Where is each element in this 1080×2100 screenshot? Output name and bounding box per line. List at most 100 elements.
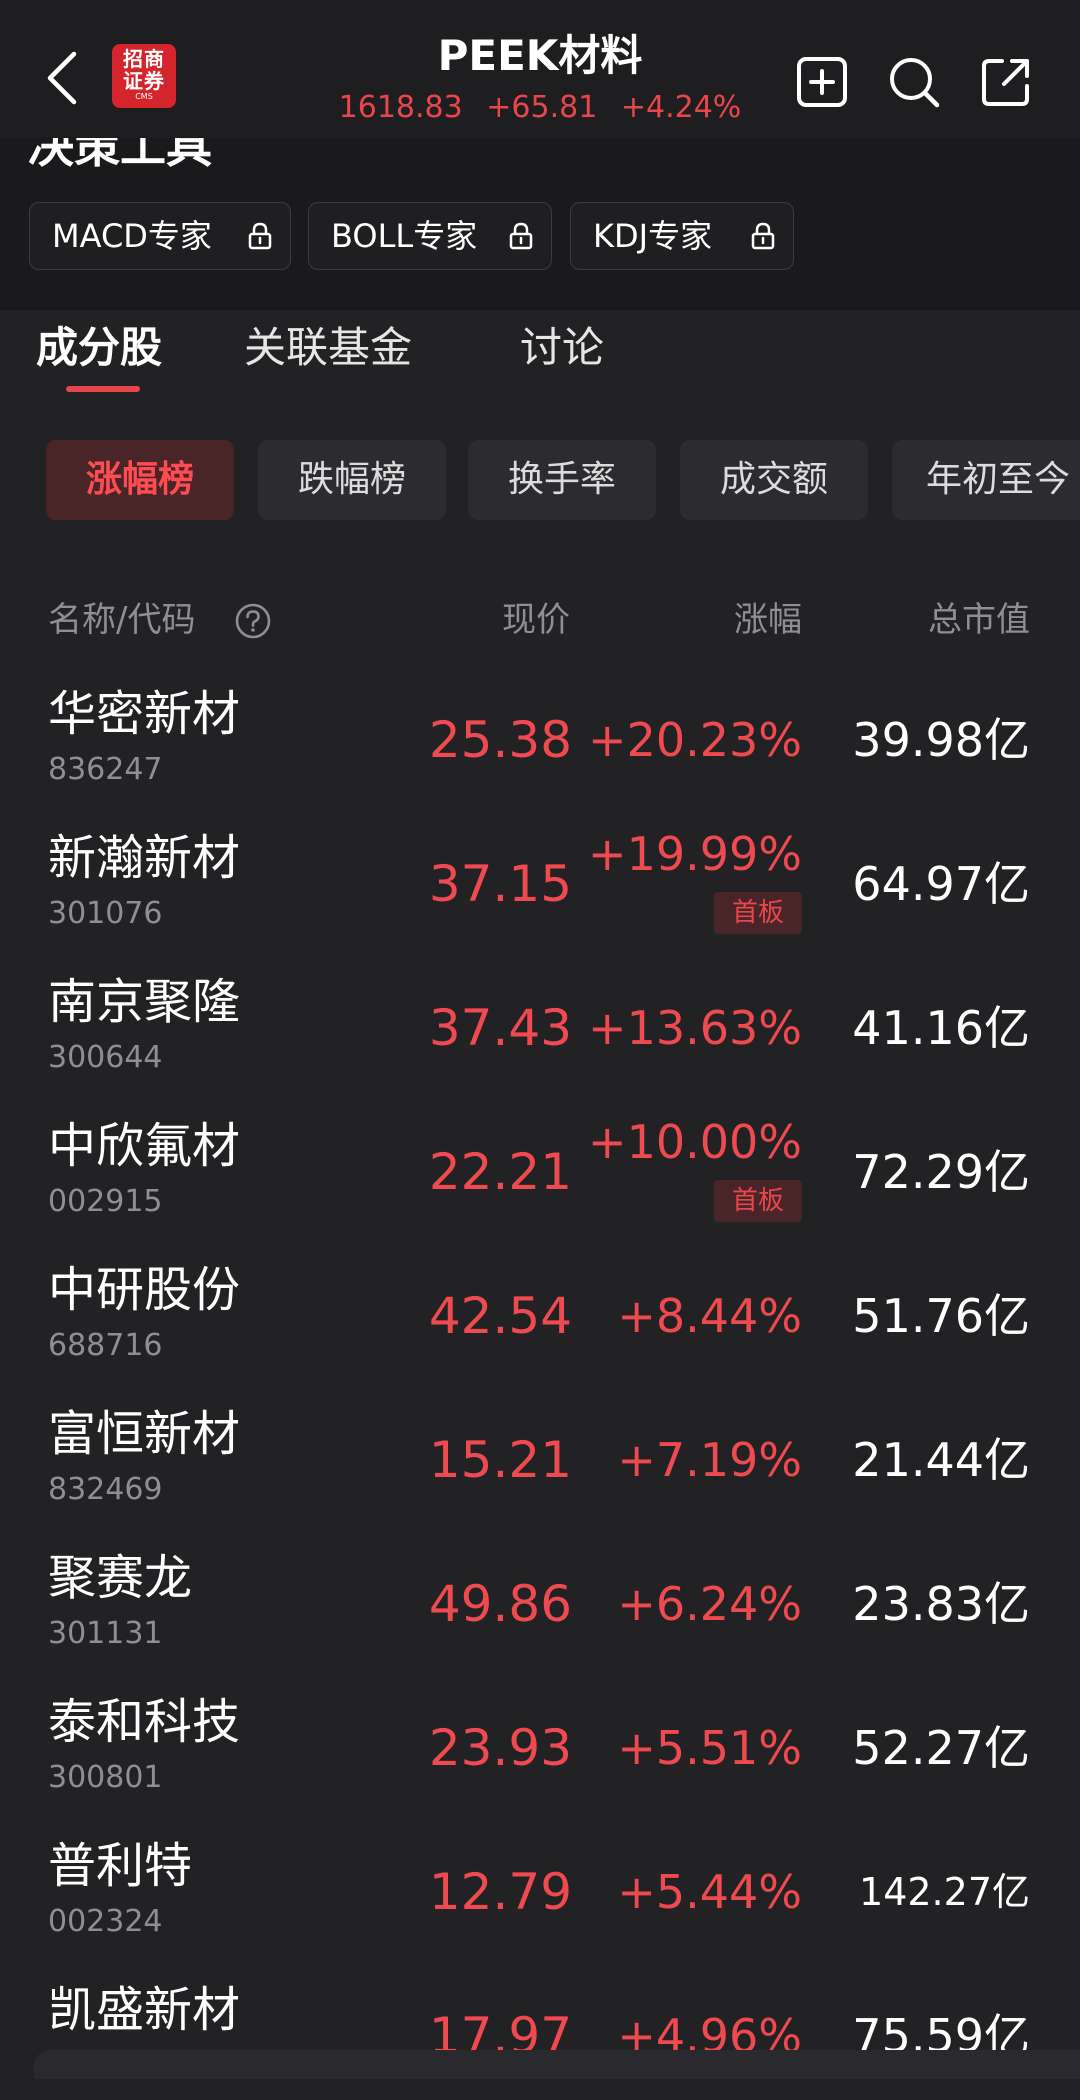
stock-name: 泰和科技 <box>48 1694 241 1750</box>
stock-market-cap: 23.83亿 <box>852 1577 1030 1631</box>
pill-top-gainers[interactable]: 涨幅榜 <box>46 440 234 520</box>
help-icon[interactable] <box>234 602 272 640</box>
pill-year-to-date[interactable]: 年初至今 <box>892 440 1080 520</box>
stock-name: 普利特 <box>48 1838 193 1894</box>
search-icon[interactable] <box>888 56 940 108</box>
stock-market-cap: 72.29亿 <box>852 1145 1030 1199</box>
stock-price: 12.79 <box>428 1863 572 1921</box>
table-row[interactable]: 泰和科技 300801 23.93 +5.51% 52.27亿 <box>0 1668 1080 1812</box>
stock-market-cap: 51.76亿 <box>852 1289 1030 1343</box>
stock-market-cap: 21.44亿 <box>852 1433 1030 1487</box>
header-market-cap[interactable]: 总市值 <box>928 590 1030 650</box>
stock-market-cap: 64.97亿 <box>852 857 1030 911</box>
stock-price: 37.15 <box>428 855 572 913</box>
stock-change: +6.24% <box>617 1577 802 1631</box>
pill-top-losers[interactable]: 跌幅榜 <box>258 440 446 520</box>
header-change[interactable]: 涨幅 <box>734 590 802 650</box>
stock-code: 300644 <box>48 1040 163 1075</box>
decision-tools-section: 决策工具 MACD专家 BOLL专家 KDJ专家 <box>0 138 1080 288</box>
first-limit-up-badge: 首板 <box>714 1180 802 1222</box>
stock-name: 南京聚隆 <box>48 974 241 1030</box>
stock-price: 42.54 <box>428 1287 572 1345</box>
stock-price: 37.43 <box>428 999 572 1057</box>
stock-change: +5.44% <box>617 1865 802 1919</box>
table-row[interactable]: 聚赛龙 301131 49.86 +6.24% 23.83亿 <box>0 1524 1080 1668</box>
top-bar: 招商 证券 CMS PEEK材料 1618.83 +65.81 +4.24% <box>0 0 1080 138</box>
chip-label: KDJ专家 <box>593 217 713 255</box>
stock-price: 23.93 <box>428 1719 572 1777</box>
lock-icon <box>751 222 775 250</box>
stock-code: 002915 <box>48 1184 163 1219</box>
chip-label: BOLL专家 <box>331 217 478 255</box>
chip-kdj-expert[interactable]: KDJ专家 <box>570 202 794 270</box>
table-row[interactable]: 富恒新材 832469 15.21 +7.19% 21.44亿 <box>0 1380 1080 1524</box>
stock-change: +10.00% <box>588 1115 802 1169</box>
stock-name: 聚赛龙 <box>48 1550 193 1606</box>
tab-discussion[interactable]: 讨论 <box>520 320 604 376</box>
index-price: 1618.83 <box>338 90 463 125</box>
section-divider <box>0 288 1080 310</box>
chip-boll-expert[interactable]: BOLL专家 <box>308 202 552 270</box>
chip-macd-expert[interactable]: MACD专家 <box>29 202 291 270</box>
table-header: 名称/代码 现价 涨幅 总市值 <box>0 590 1080 650</box>
table-row[interactable]: 新瀚新材 301076 37.15 +19.99% 首板 64.97亿 <box>0 804 1080 948</box>
tab-constituents[interactable]: 成分股 <box>36 320 162 376</box>
stock-change: +8.44% <box>617 1289 802 1343</box>
tab-related-funds[interactable]: 关联基金 <box>244 320 412 376</box>
header-name-code[interactable]: 名称/代码 <box>48 590 195 650</box>
logo-text-line2: 证券 <box>123 69 165 93</box>
pill-turnover-rate[interactable]: 换手率 <box>468 440 656 520</box>
stock-name: 中欣氟材 <box>48 1118 241 1174</box>
logo-text-line1: 招商 <box>123 47 165 71</box>
stock-price: 22.21 <box>428 1143 572 1201</box>
stock-code: 301076 <box>48 896 163 931</box>
stock-code: 836247 <box>48 752 163 787</box>
stock-price: 15.21 <box>428 1431 572 1489</box>
table-row[interactable]: 华密新材 836247 25.38 +20.23% 39.98亿 <box>0 660 1080 804</box>
stock-price: 49.86 <box>428 1575 572 1633</box>
stock-market-cap: 41.16亿 <box>852 1001 1030 1055</box>
stock-change: +7.19% <box>617 1433 802 1487</box>
lock-icon <box>509 222 533 250</box>
stock-name: 新瀚新材 <box>48 830 241 886</box>
content-tabs: 成分股 关联基金 讨论 <box>0 310 1080 392</box>
bottom-sheet-edge <box>34 2050 1080 2079</box>
active-tab-indicator <box>66 386 140 392</box>
table-row[interactable]: 南京聚隆 300644 37.43 +13.63% 41.16亿 <box>0 948 1080 1092</box>
stock-price: 25.38 <box>428 711 572 769</box>
stock-change: +20.23% <box>588 713 802 767</box>
stock-code: 688716 <box>48 1328 163 1363</box>
decision-tools-title: 决策工具 <box>28 138 212 173</box>
pill-trading-volume[interactable]: 成交额 <box>680 440 868 520</box>
index-change: +65.81 <box>486 90 598 125</box>
stock-change: +13.63% <box>588 1001 802 1055</box>
index-quote: 1618.83 +65.81 +4.24% <box>300 88 780 128</box>
stock-code: 002324 <box>48 1904 163 1939</box>
lock-icon <box>248 222 272 250</box>
header-price[interactable]: 现价 <box>502 590 570 650</box>
stock-code: 300801 <box>48 1760 163 1795</box>
broker-logo: 招商 证券 CMS <box>112 44 176 108</box>
stock-change: +19.99% <box>588 827 802 881</box>
page-title: PEEK材料 <box>437 31 643 80</box>
stock-market-cap: 39.98亿 <box>852 713 1030 767</box>
stock-market-cap: 52.27亿 <box>852 1721 1030 1775</box>
logo-text-line3: CMS <box>135 92 153 101</box>
back-icon[interactable] <box>44 50 80 106</box>
stock-name: 凯盛新材 <box>48 1982 241 2038</box>
add-watchlist-icon[interactable] <box>796 56 848 108</box>
stock-name: 中研股份 <box>48 1262 241 1318</box>
stock-market-cap: 142.27亿 <box>859 1870 1030 1914</box>
stock-name: 华密新材 <box>48 686 241 742</box>
share-icon[interactable] <box>980 56 1032 108</box>
index-change-pct: +4.24% <box>620 90 742 125</box>
stock-code: 832469 <box>48 1472 163 1507</box>
stock-code: 301131 <box>48 1616 163 1651</box>
table-row[interactable]: 普利特 002324 12.79 +5.44% 142.27亿 <box>0 1812 1080 1956</box>
table-row[interactable]: 中研股份 688716 42.54 +8.44% 51.76亿 <box>0 1236 1080 1380</box>
constituent-list: 华密新材 836247 25.38 +20.23% 39.98亿 新瀚新材 30… <box>0 660 1080 2100</box>
chip-label: MACD专家 <box>52 217 212 255</box>
first-limit-up-badge: 首板 <box>714 892 802 934</box>
stock-change: +5.51% <box>617 1721 802 1775</box>
table-row[interactable]: 中欣氟材 002915 22.21 +10.00% 首板 72.29亿 <box>0 1092 1080 1236</box>
